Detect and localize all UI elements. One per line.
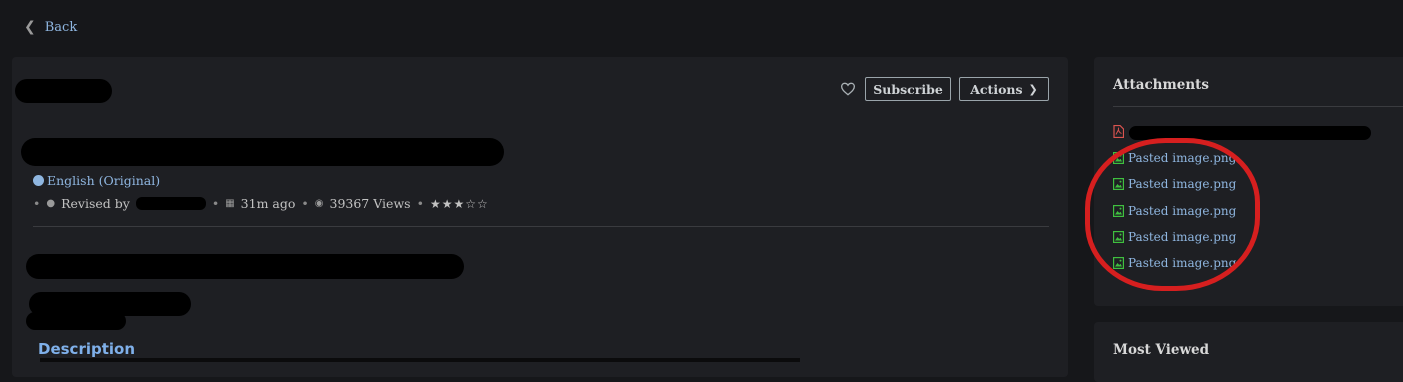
time-ago: 31m ago	[240, 196, 296, 211]
redacted-author	[135, 197, 206, 210]
chevron-left-icon: ❮	[24, 19, 36, 35]
article-meta: • ● Revised by • ▦ 31m ago • ◉ 39367 Vie…	[33, 196, 489, 211]
subscribe-label: Subscribe	[873, 81, 943, 97]
back-label: Back	[44, 19, 78, 35]
heart-icon[interactable]	[840, 81, 856, 97]
actions-button[interactable]: Actions ❯	[959, 77, 1049, 101]
attachments-divider	[1113, 106, 1403, 107]
article-card	[12, 57, 1068, 377]
star-rating[interactable]: ★★★☆☆	[430, 197, 489, 211]
most-viewed-title: Most Viewed	[1113, 342, 1210, 358]
content-divider	[33, 226, 1049, 227]
globe-icon	[33, 175, 44, 186]
description-heading: Description	[38, 340, 136, 358]
redacted-description-text	[40, 358, 800, 362]
redacted-content-line	[26, 312, 126, 330]
revised-label: Revised by	[61, 196, 130, 211]
redacted-breadcrumb	[15, 79, 112, 103]
chevron-down-icon: ❯	[1028, 82, 1038, 96]
view-count: 39367 Views	[329, 196, 411, 211]
language-link[interactable]: English (Original)	[33, 173, 160, 188]
meta-separator: •	[301, 196, 309, 211]
subscribe-button[interactable]: Subscribe	[865, 77, 951, 101]
user-icon: ●	[46, 198, 56, 209]
back-link[interactable]: ❮ Back	[24, 19, 77, 35]
actions-label: Actions	[970, 81, 1023, 97]
meta-separator: •	[416, 196, 424, 211]
attachments-title: Attachments	[1113, 77, 1210, 93]
meta-separator: •	[33, 196, 41, 211]
calendar-icon: ▦	[225, 198, 235, 209]
pdf-file-icon	[1113, 125, 1124, 138]
language-label: English (Original)	[47, 173, 161, 188]
redacted-article-title	[21, 138, 504, 166]
meta-separator: •	[211, 196, 220, 211]
redacted-content-line	[26, 254, 464, 279]
eye-icon: ◉	[314, 198, 324, 209]
annotation-circle	[1085, 138, 1260, 291]
